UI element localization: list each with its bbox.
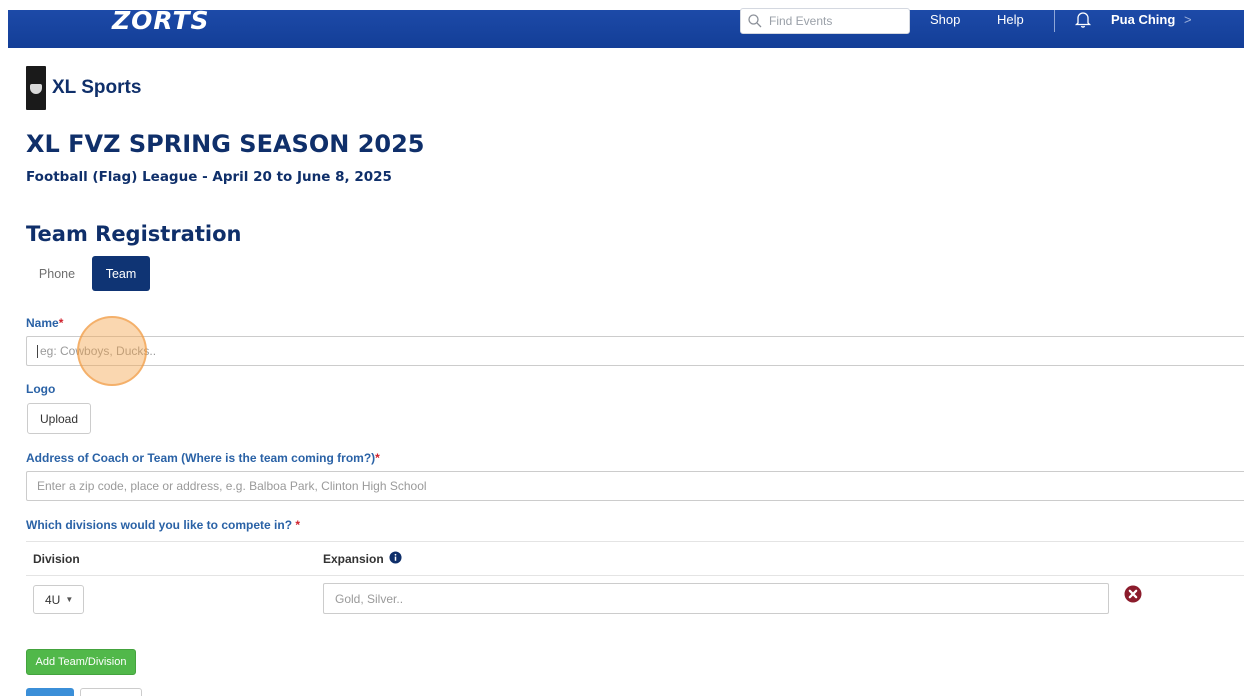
expansion-placeholder: Gold, Silver.. bbox=[335, 591, 404, 606]
bell-icon[interactable] bbox=[1074, 10, 1092, 28]
primary-action-button[interactable] bbox=[26, 688, 74, 696]
remove-icon[interactable] bbox=[1124, 585, 1142, 603]
logo-label: Logo bbox=[26, 382, 56, 396]
team-name-input[interactable]: eg: Cowboys, Ducks.. bbox=[26, 336, 1244, 366]
chevron-down-icon: ▼ bbox=[65, 595, 74, 604]
address-placeholder: Enter a zip code, place or address, e.g.… bbox=[37, 479, 427, 493]
org-name[interactable]: XL Sports bbox=[52, 77, 141, 99]
top-navbar: ZORTS Find Events Shop Help Pua Ching > bbox=[8, 6, 1244, 48]
info-icon[interactable] bbox=[389, 551, 402, 564]
registration-title: Team Registration bbox=[26, 222, 242, 246]
divisions-label: Which divisions would you like to compet… bbox=[26, 518, 301, 532]
tab-phone[interactable]: Phone bbox=[26, 257, 88, 291]
expansion-input[interactable]: Gold, Silver.. bbox=[323, 583, 1109, 614]
division-select-value: 4U bbox=[45, 592, 61, 607]
division-column-header: Division bbox=[33, 552, 80, 566]
org-emblem-icon bbox=[30, 84, 42, 94]
division-select[interactable]: 4U ▼ bbox=[33, 585, 84, 614]
search-placeholder: Find Events bbox=[769, 14, 833, 28]
expansion-column-header: Expansion bbox=[323, 552, 384, 566]
secondary-action-button[interactable] bbox=[80, 688, 142, 696]
nav-shop-link[interactable]: Shop bbox=[930, 12, 960, 27]
find-events-search[interactable]: Find Events bbox=[740, 8, 910, 34]
tab-team[interactable]: Team bbox=[92, 256, 150, 291]
address-label: Address of Coach or Team (Where is the t… bbox=[26, 451, 380, 465]
table-top-rule bbox=[26, 541, 1244, 542]
address-input[interactable]: Enter a zip code, place or address, e.g.… bbox=[26, 471, 1244, 501]
nav-divider bbox=[1054, 10, 1055, 32]
click-indicator bbox=[77, 316, 147, 386]
nav-help-link[interactable]: Help bbox=[997, 12, 1024, 27]
search-icon bbox=[748, 14, 762, 28]
event-title: XL FVZ SPRING SEASON 2025 bbox=[26, 130, 425, 158]
name-label: Name* bbox=[26, 316, 64, 330]
add-team-division-button[interactable]: Add Team/Division bbox=[26, 649, 136, 675]
zorts-logo[interactable]: ZORTS bbox=[112, 6, 210, 35]
user-name[interactable]: Pua Ching bbox=[1111, 12, 1175, 27]
upload-logo-button[interactable]: Upload bbox=[27, 403, 91, 434]
org-logo bbox=[26, 66, 46, 110]
event-subtitle: Football (Flag) League - April 20 to Jun… bbox=[26, 169, 392, 185]
text-caret bbox=[37, 344, 38, 358]
table-header-rule bbox=[26, 575, 1244, 576]
user-chevron-icon[interactable]: > bbox=[1184, 12, 1192, 27]
